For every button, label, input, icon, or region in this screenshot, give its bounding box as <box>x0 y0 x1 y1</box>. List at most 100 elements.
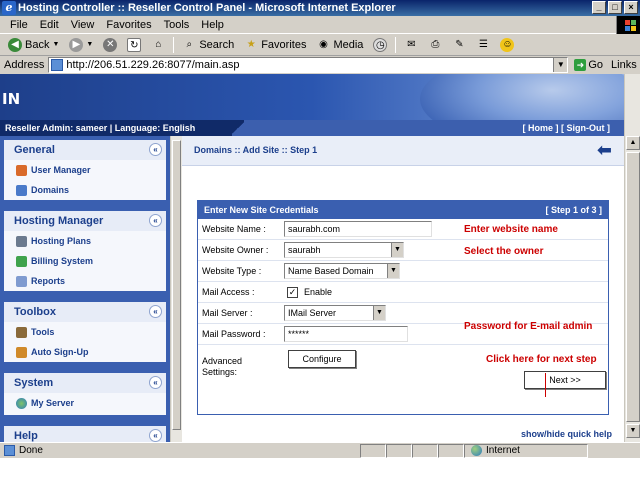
info-bar-edge <box>232 120 244 136</box>
address-input[interactable]: http://206.51.229.26:8077/main.asp ▼ <box>48 57 569 73</box>
forward-button[interactable]: ▶ ▼ <box>65 35 97 55</box>
menu-edit[interactable]: Edit <box>34 19 65 31</box>
sidebar-section-help[interactable]: Help « <box>4 426 166 442</box>
favorites-button[interactable]: ★ Favorites <box>240 35 310 55</box>
status-cell <box>438 443 464 458</box>
edit-button[interactable]: ✎ <box>448 35 470 55</box>
annotation-enter-name: Enter website name <box>464 224 558 235</box>
main-content: Domains :: Add Site :: Step 1 ⬅ Enter Ne… <box>182 136 624 442</box>
panel-header: Enter New Site Credentials [ Step 1 of 3… <box>198 201 608 219</box>
advanced-settings-label: Advanced Settings: <box>198 356 284 378</box>
sidebar-section-system[interactable]: System « <box>4 373 166 393</box>
sidebar: General « User Manager Domains Hosting M… <box>0 136 170 442</box>
website-type-select[interactable]: Name Based Domain ▼ <box>284 263 400 279</box>
discuss-button[interactable]: ☰ <box>472 35 494 55</box>
mail-button[interactable]: ✉ <box>400 35 422 55</box>
collapse-icon[interactable]: « <box>149 143 162 156</box>
back-arrow-icon[interactable]: ⬅ <box>597 140 612 161</box>
back-label: Back <box>25 38 50 51</box>
search-button[interactable]: ⌕ Search <box>178 35 238 55</box>
website-name-input[interactable]: saurabh.com <box>284 221 432 237</box>
sidebar-section-hosting-manager[interactable]: Hosting Manager « <box>4 211 166 231</box>
sidebar-item-my-server[interactable]: My Server <box>4 393 166 413</box>
window-title-bar: e Hosting Controller :: Reseller Control… <box>0 0 640 16</box>
messenger-icon: ☺ <box>500 37 515 52</box>
page-scroll-thumb[interactable] <box>626 152 640 422</box>
home-link[interactable]: [ Home ] <box>522 123 558 133</box>
media-label: Media <box>333 38 364 51</box>
sidebar-item-billing-system[interactable]: Billing System <box>4 251 166 271</box>
menu-favorites[interactable]: Favorites <box>100 19 157 31</box>
sidebar-item-reports[interactable]: Reports <box>4 271 166 291</box>
signout-link[interactable]: [ Sign-Out ] <box>561 123 610 133</box>
go-arrow-icon: ➜ <box>574 59 587 71</box>
chevron-down-icon: ▼ <box>391 243 403 257</box>
sidebar-section-body: My Server <box>4 393 166 415</box>
section-title: Help <box>14 430 38 442</box>
address-url: http://206.51.229.26:8077/main.asp <box>66 59 240 71</box>
collapse-icon[interactable]: « <box>149 376 162 389</box>
sidebar-item-user-manager[interactable]: User Manager <box>4 160 166 180</box>
sidebar-scrollbar[interactable] <box>170 136 182 442</box>
scroll-up-icon[interactable]: ▲ <box>626 136 640 150</box>
next-button[interactable]: Next >> <box>524 371 606 389</box>
stop-button[interactable]: ✕ <box>99 35 121 55</box>
configure-button[interactable]: Configure <box>288 350 356 368</box>
links-button[interactable]: Links <box>611 59 637 71</box>
sidebar-scroll-thumb[interactable] <box>172 140 181 430</box>
scroll-down-icon[interactable]: ▼ <box>626 424 640 438</box>
website-owner-select[interactable]: saurabh ▼ <box>284 242 404 258</box>
brand-logo-text: IN <box>2 90 21 108</box>
messenger-button[interactable]: ☺ <box>496 35 518 55</box>
sidebar-section-general[interactable]: General « <box>4 140 166 160</box>
sidebar-section-toolbox[interactable]: Toolbox « <box>4 302 166 322</box>
collapse-icon[interactable]: « <box>149 305 162 318</box>
annotation-select-owner: Select the owner <box>464 246 544 257</box>
home-button[interactable]: ⌂ <box>147 35 169 55</box>
media-button[interactable]: ◉ Media <box>312 35 367 55</box>
mail-server-select[interactable]: IMail Server ▼ <box>284 305 386 321</box>
menu-view[interactable]: View <box>65 19 101 31</box>
close-button[interactable]: × <box>624 1 638 14</box>
sidebar-item-hosting-plans[interactable]: Hosting Plans <box>4 231 166 251</box>
website-type-row: Website Type : Name Based Domain ▼ <box>198 261 608 282</box>
mail-server-label: Mail Server : <box>202 308 253 318</box>
sidebar-item-tools[interactable]: Tools <box>4 322 166 342</box>
mail-icon: ✉ <box>407 38 416 50</box>
user-info: Reseller Admin: sameer | Language: Engli… <box>5 123 196 133</box>
collapse-icon[interactable]: « <box>149 429 162 442</box>
mail-access-row: Mail Access : ✓ Enable <box>198 282 608 303</box>
status-cell <box>412 443 438 458</box>
mail-access-checkbox[interactable]: ✓ <box>287 286 298 298</box>
go-label: Go <box>588 59 604 71</box>
search-icon: ⌕ <box>186 38 193 50</box>
menu-file[interactable]: File <box>4 19 34 31</box>
mail-password-input[interactable]: ****** <box>284 326 408 342</box>
sidebar-item-auto-sign-up[interactable]: Auto Sign-Up <box>4 342 166 362</box>
edit-icon: ✎ <box>455 38 464 50</box>
quick-help-toggle[interactable]: show/hide quick help <box>521 429 612 439</box>
discuss-icon: ☰ <box>478 38 488 50</box>
security-zone: Internet <box>464 443 588 458</box>
server-globe-icon <box>16 397 27 409</box>
chevron-down-icon: ▼ <box>86 41 94 48</box>
sidebar-item-label: Domains <box>31 185 70 195</box>
minimize-button[interactable]: _ <box>592 1 606 14</box>
collapse-icon[interactable]: « <box>149 214 162 227</box>
history-button[interactable]: ◷ <box>369 35 391 55</box>
address-label: Address <box>4 59 45 71</box>
menu-tools[interactable]: Tools <box>158 19 196 31</box>
sidebar-item-domains[interactable]: Domains <box>4 180 166 200</box>
back-button[interactable]: ◀ Back ▼ <box>4 35 63 55</box>
menu-help[interactable]: Help <box>195 19 230 31</box>
print-button[interactable]: ⎙ <box>424 35 446 55</box>
status-cell <box>360 443 386 458</box>
go-button[interactable]: ➜ Go <box>574 59 603 71</box>
refresh-button[interactable]: ↻ <box>123 35 145 55</box>
section-title: Toolbox <box>14 306 56 318</box>
maximize-button[interactable]: □ <box>608 1 622 14</box>
annotation-password: Password for E-mail admin <box>464 321 593 332</box>
page-scrollbar[interactable]: ▲ ▼ <box>624 74 640 442</box>
chevron-down-icon[interactable]: ▼ <box>553 58 568 72</box>
toolbar-separator <box>395 36 397 53</box>
